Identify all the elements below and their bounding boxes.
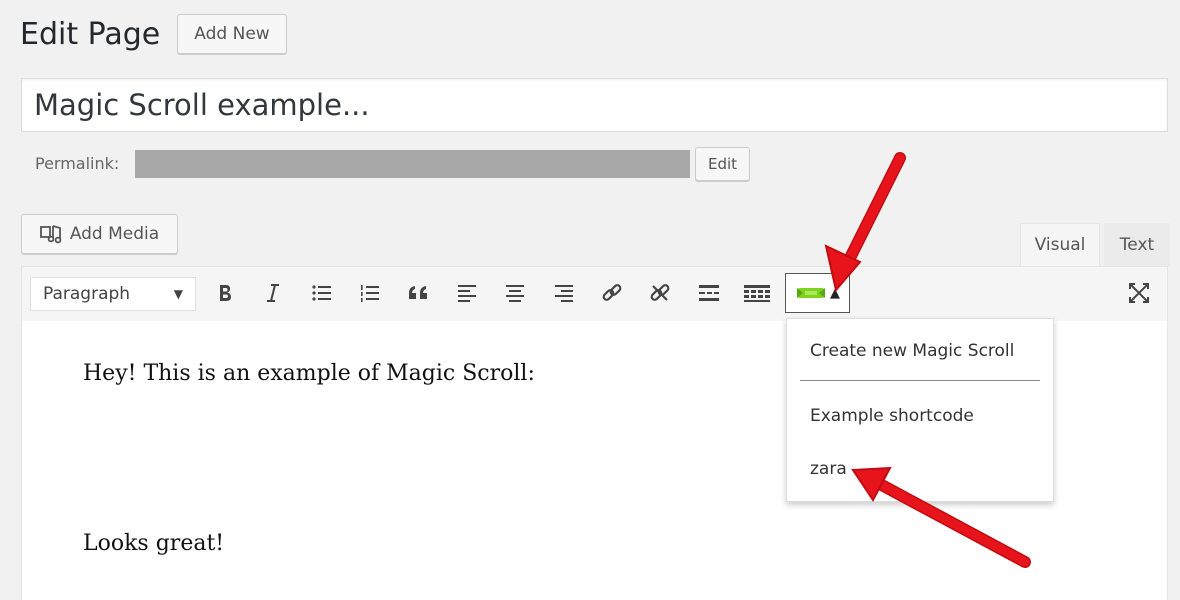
- red-arrow-icon: [824, 152, 906, 293]
- red-arrow-icon: [851, 466, 1031, 568]
- annotation-arrows: [824, 152, 1031, 568]
